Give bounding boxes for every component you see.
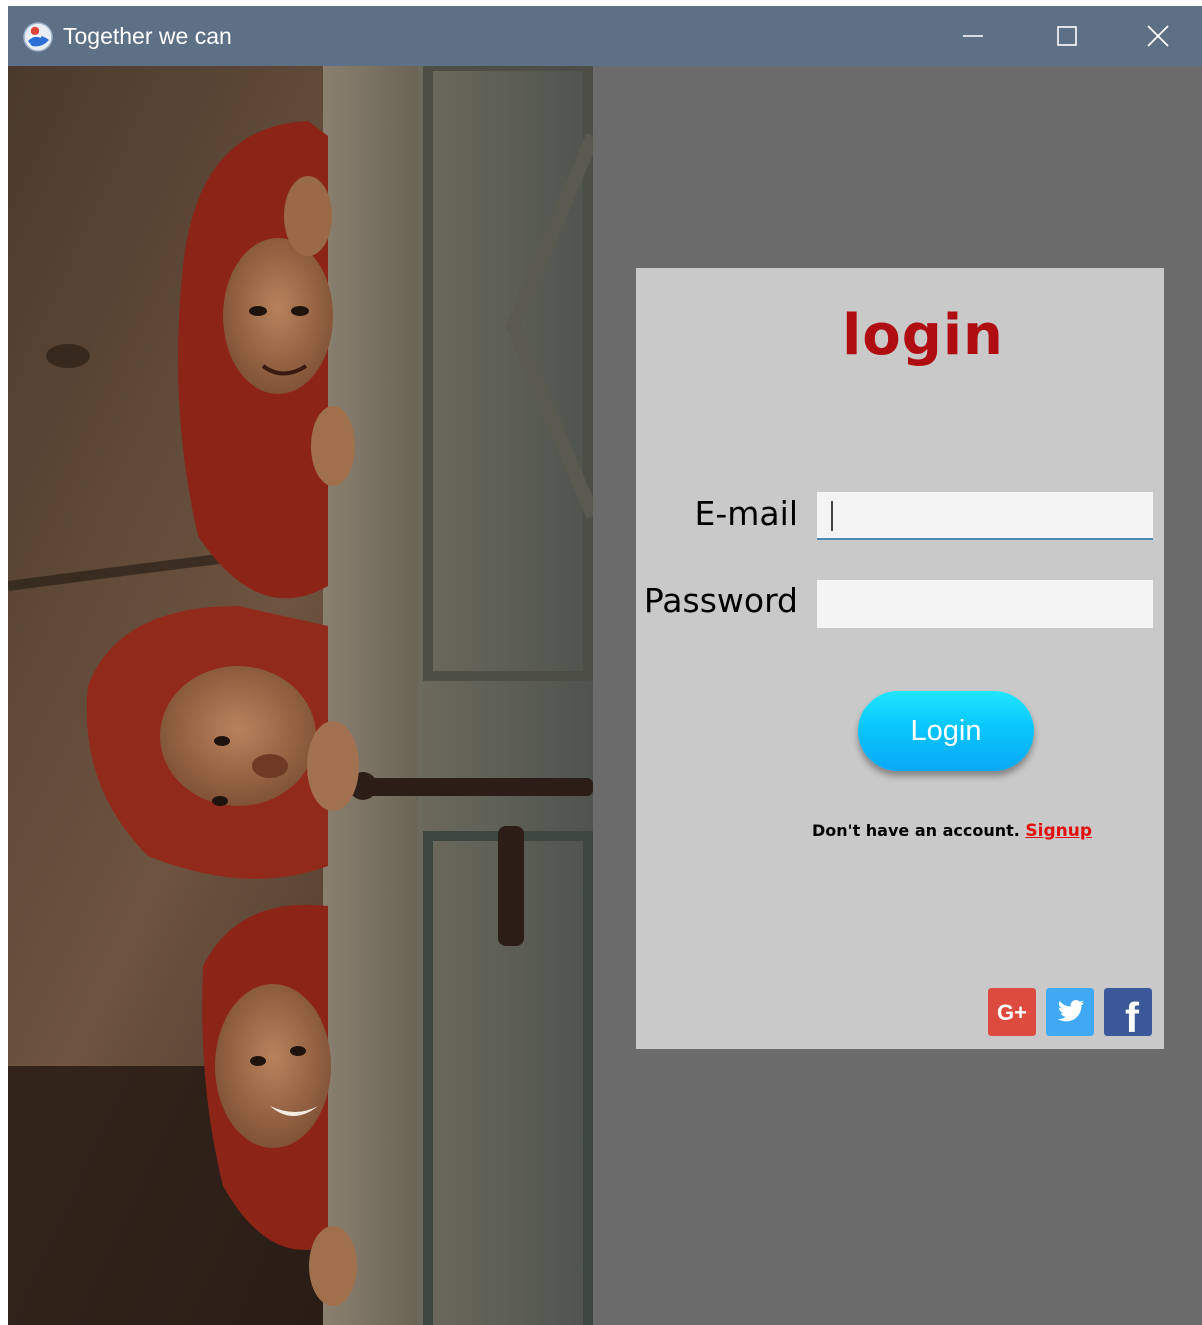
password-label: Password — [643, 581, 798, 620]
window-title: Together we can — [63, 23, 232, 49]
facebook-icon: f — [1104, 988, 1152, 1036]
google-plus-icon: G+ — [988, 988, 1036, 1036]
text-cursor — [831, 501, 833, 531]
twitter-button[interactable] — [1046, 988, 1094, 1036]
google-plus-button[interactable]: G+ — [988, 988, 1036, 1036]
login-heading: login — [842, 303, 1004, 368]
close-icon — [1147, 25, 1169, 47]
app-icon — [23, 22, 53, 52]
title-bar[interactable]: Together we can — [8, 6, 1202, 66]
email-field[interactable] — [817, 492, 1153, 540]
app-window: Together we can login E-mail Password Lo… — [8, 6, 1202, 1325]
signup-prompt-text: Don't have an account. — [812, 821, 1020, 840]
signup-link[interactable]: Signup — [1025, 821, 1092, 841]
password-field[interactable] — [817, 580, 1153, 628]
email-label: E-mail — [694, 494, 798, 533]
minimize-button[interactable] — [926, 6, 1020, 66]
children-peeking-photo — [8, 66, 593, 1325]
twitter-icon — [1046, 988, 1094, 1036]
close-button[interactable] — [1114, 6, 1202, 66]
signup-prompt: Don't have an account. Signup — [636, 821, 1164, 841]
google-plus-label: G+ — [997, 1000, 1027, 1025]
facebook-button[interactable]: f — [1104, 988, 1152, 1036]
minimize-icon — [963, 35, 983, 37]
maximize-button[interactable] — [1020, 6, 1114, 66]
maximize-icon — [1057, 26, 1077, 46]
login-button[interactable]: Login — [858, 691, 1034, 771]
facebook-label: f — [1125, 994, 1140, 1036]
login-panel: login E-mail Password Login Don't have a… — [636, 268, 1164, 1049]
